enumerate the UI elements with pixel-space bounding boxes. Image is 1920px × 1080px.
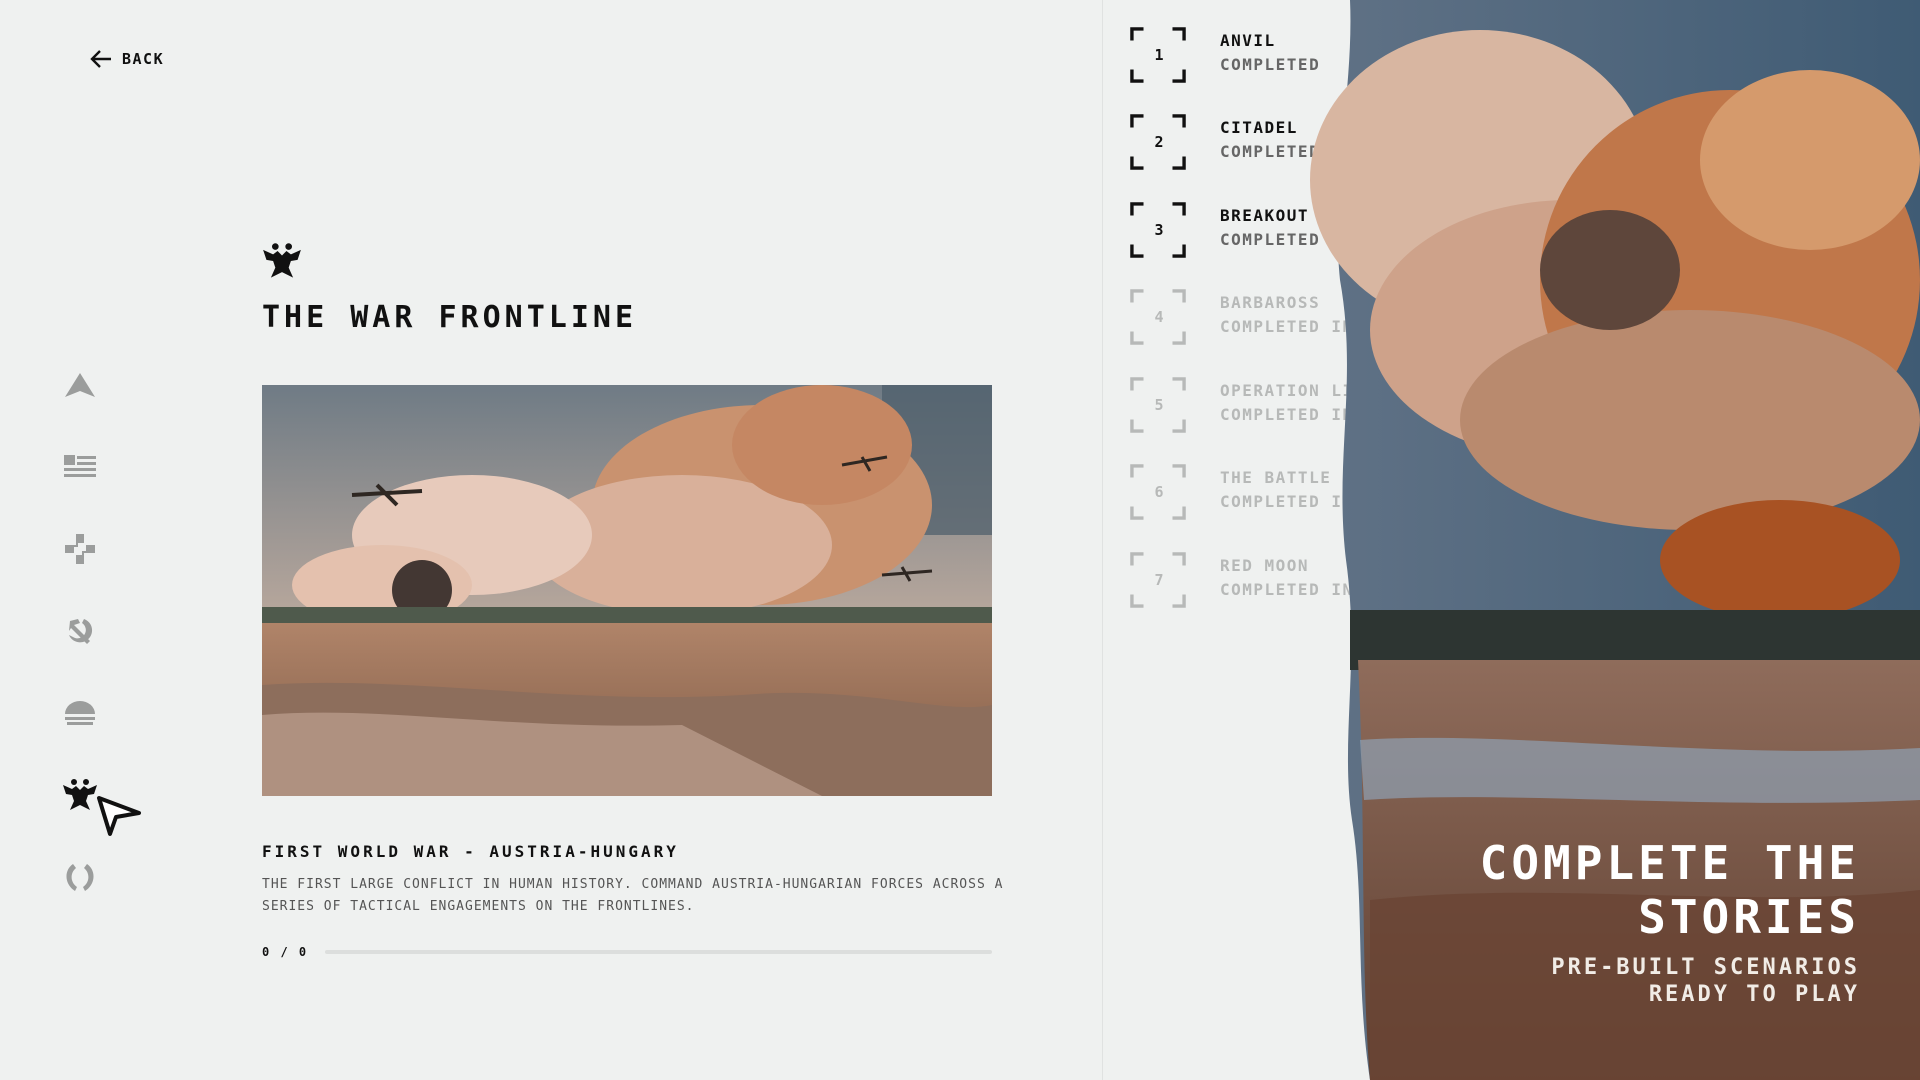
eagle-icon (263, 243, 301, 278)
promo-art: COMPLETE THE STORIES PRE-BUILT SCENARIOS… (1310, 0, 1920, 1080)
mission-number: 2 (1154, 133, 1164, 151)
mission-status: COMPLETED (1220, 55, 1321, 74)
nav-item-faction-1[interactable] (60, 366, 100, 406)
scenario-description: THE FIRST LARGE CONFLICT IN HUMAN HISTOR… (262, 877, 1004, 914)
hammer-sickle-icon (69, 619, 93, 644)
nav-item-faction-7[interactable] (60, 857, 100, 897)
progress-label: 0 / 0 (262, 945, 309, 959)
cross-icon (65, 534, 95, 564)
mission-status: COMPLETED (1220, 230, 1321, 249)
chevron-up-icon (65, 373, 95, 397)
mission-name: CITADEL (1220, 118, 1298, 137)
panel-divider (1102, 0, 1103, 1080)
mission-name: ANVIL (1220, 31, 1276, 50)
scenario-title: FIRST WORLD WAR - AUSTRIA-HUNGARY (262, 842, 679, 861)
mission-number: 4 (1154, 308, 1164, 326)
mission-name: RED MOON (1220, 556, 1310, 575)
promo-subtitle: PRE-BUILT SCENARIOS READY TO PLAY (1551, 955, 1860, 1007)
nav-item-faction-4[interactable] (60, 611, 100, 651)
mission-number: 1 (1154, 46, 1164, 64)
back-button[interactable]: BACK (90, 49, 164, 69)
mission-number: 6 (1154, 483, 1164, 501)
scenario-image (262, 385, 992, 796)
mouse-cursor-icon (97, 796, 141, 836)
nav-item-faction-6[interactable] (60, 775, 100, 815)
mission-number: 7 (1154, 571, 1164, 589)
nav-item-faction-2[interactable] (60, 447, 100, 487)
arrow-left-icon (90, 50, 111, 68)
mission-number: 3 (1154, 221, 1164, 239)
progress-bar (325, 950, 992, 954)
nav-item-faction-3[interactable] (60, 529, 100, 569)
back-label: BACK (122, 50, 165, 68)
sun-icon (65, 701, 95, 725)
mission-name: BARBAROSS (1220, 293, 1321, 312)
eagle-icon (63, 779, 97, 810)
promo-title: COMPLETE THE STORIES (1479, 836, 1860, 944)
mission-number: 5 (1154, 396, 1164, 414)
page-title: THE WAR FRONTLINE (262, 300, 638, 335)
nav-item-faction-5[interactable] (60, 693, 100, 733)
flag-icon (64, 455, 96, 477)
mission-status: COMPLETED (1220, 142, 1321, 161)
mission-name: BREAKOUT (1220, 206, 1310, 225)
wreath-icon (66, 864, 94, 891)
